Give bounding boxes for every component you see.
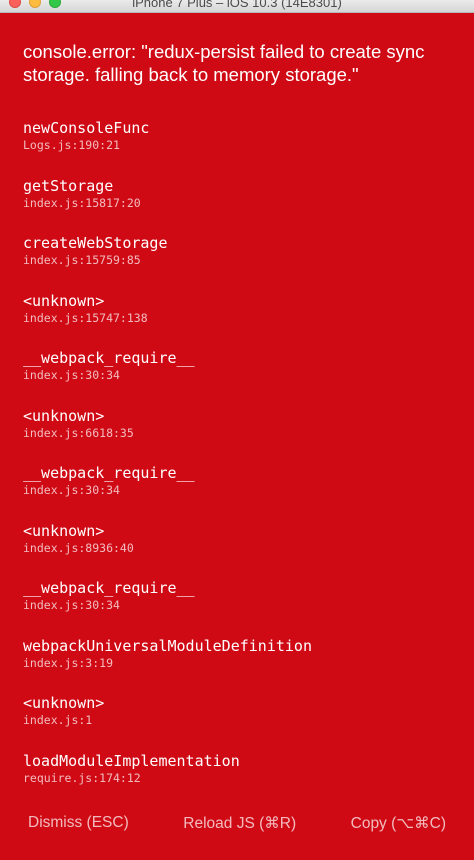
stack-frame[interactable]: createWebStorage index.js:15759:85 [23,234,453,292]
stack-frame-location: index.js:30:34 [23,483,120,497]
stack-frame[interactable]: <unknown> index.js:8936:40 [23,522,453,580]
stack-frame-location: index.js:15817:20 [23,195,141,210]
stack-frame[interactable]: __webpack_require__ index.js:30:34 [23,349,453,407]
stack-frame-location: index.js:1 [23,713,93,727]
stack-trace: newConsoleFunc Logs.js:190:21 getStorage… [23,119,453,809]
stack-frame[interactable]: newConsoleFunc Logs.js:190:21 [23,119,453,177]
error-message: console.error: "redux-persist failed to … [23,41,425,85]
reload-js-button[interactable]: Reload JS (⌘R) [172,808,307,839]
stack-frame[interactable]: __webpack_require__ index.js:30:34 [23,579,453,637]
redbox-error-screen: console.error: "redux-persist failed to … [0,13,474,860]
stack-frame-method: __webpack_require__ [23,349,195,367]
stack-frame-location: Logs.js:190:21 [23,138,120,152]
stack-frame[interactable]: <unknown> index.js:6618:35 [23,407,453,465]
stack-frame[interactable]: <unknown> index.js:1 [23,694,453,752]
stack-frame-location: index.js:3:19 [23,655,114,670]
stack-frame-location: index.js:30:34 [23,598,120,612]
stack-frame-method: <unknown> [23,521,105,540]
window-title: iPhone 7 Plus – iOS 10.3 (14E8301) [132,0,342,10]
stack-frame-method: <unknown> [23,291,105,310]
stack-frame-location: index.js:6618:35 [23,425,134,440]
stack-frame[interactable]: __webpack_require__ index.js:30:34 [23,464,453,522]
stack-frame-method: loadModuleImplementation [23,751,240,770]
stack-frame-location: index.js:15747:138 [23,310,148,325]
stack-frame-method: createWebStorage [23,234,168,252]
stack-frame-method: getStorage [23,176,114,195]
stack-frame-method: newConsoleFunc [23,119,150,137]
stack-frame[interactable]: <unknown> index.js:15747:138 [23,292,453,350]
stack-frame-location: index.js:30:34 [23,368,120,382]
stack-frame-method: webpackUniversalModuleDefinition [23,636,312,655]
stack-frame-method: <unknown> [23,406,105,425]
stack-frame-location: index.js:15759:85 [23,253,141,267]
window-titlebar: iPhone 7 Plus – iOS 10.3 (14E8301) [0,0,474,13]
stack-frame-location: require.js:174:12 [23,770,141,785]
stack-frame[interactable]: getStorage index.js:15817:20 [23,177,453,235]
copy-button[interactable]: Copy (⌥⌘C) [340,808,457,839]
stack-frame-location: index.js:8936:40 [23,540,134,555]
stack-frame-method: __webpack_require__ [23,464,195,482]
stack-frame-method: __webpack_require__ [23,579,195,597]
stack-frame[interactable]: webpackUniversalModuleDefinition index.j… [23,637,453,695]
stack-frame-method: <unknown> [23,694,105,712]
dismiss-button[interactable]: Dismiss (ESC) [17,808,140,838]
redbox-button-bar: Dismiss (ESC) Reload JS (⌘R) Copy (⌥⌘C) [0,798,474,860]
